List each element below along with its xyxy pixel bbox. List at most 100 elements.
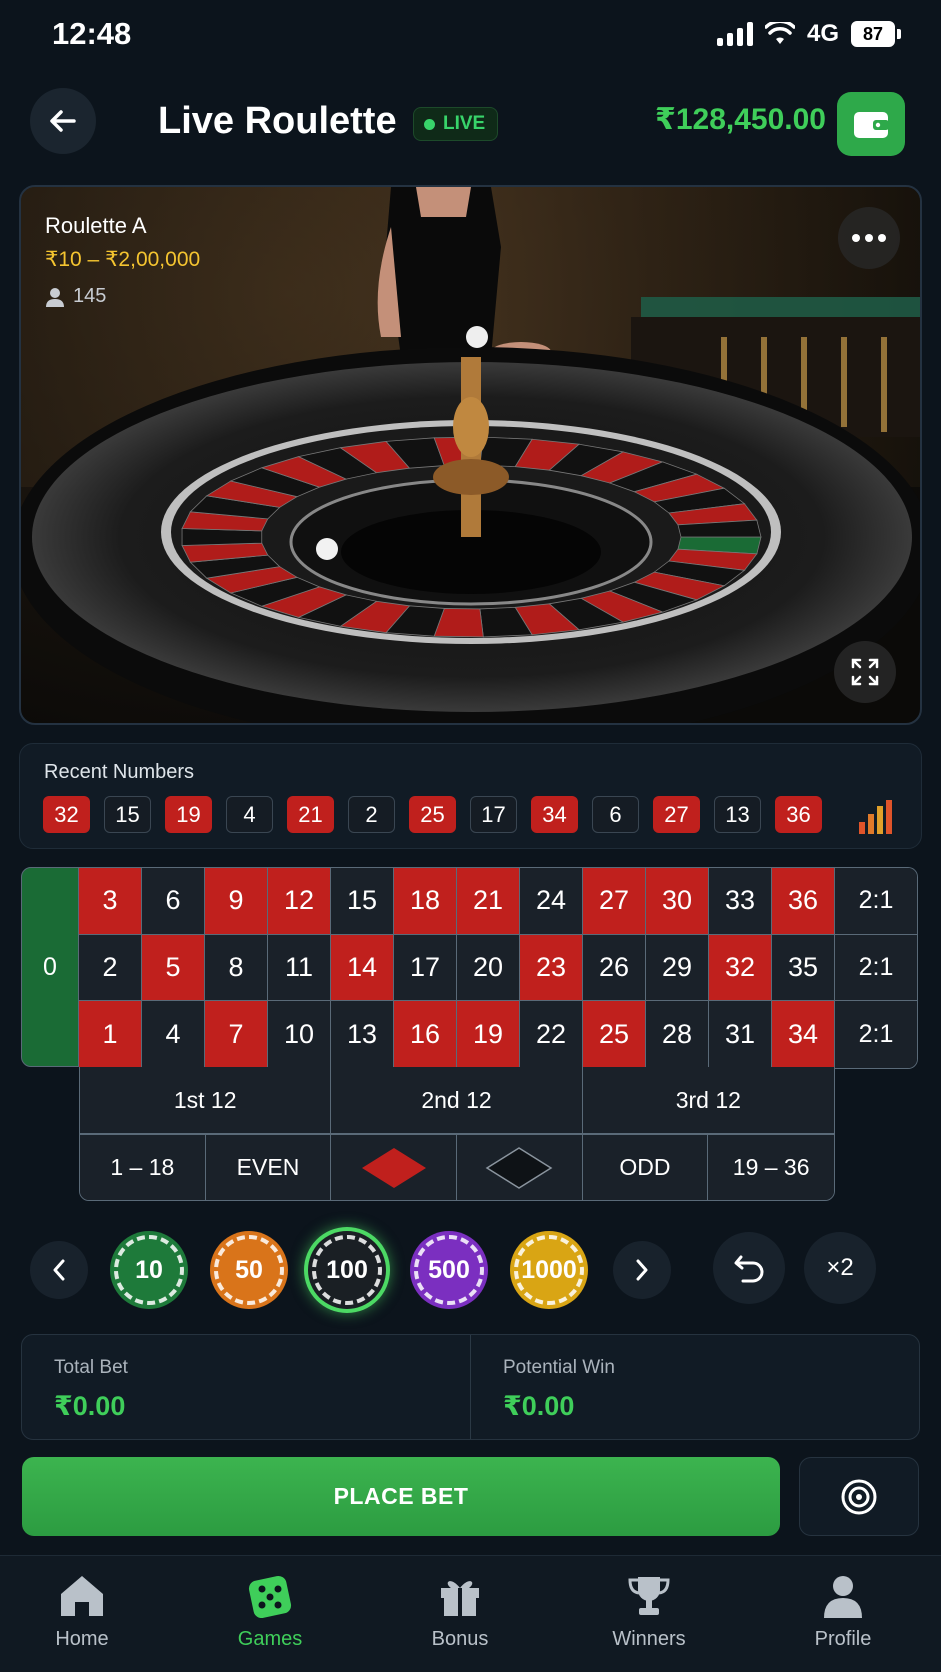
bet-dozen-1[interactable]: 1st 12 [80, 1067, 332, 1133]
nav-home-label: Home [55, 1628, 109, 1650]
bet-even[interactable]: EVEN [205, 1135, 332, 1200]
bet-cell-26[interactable]: 26 [583, 934, 646, 1002]
target-icon [841, 1479, 877, 1514]
recent-numbers-panel: Recent Numbers 32 15 19 4 21 2 25 17 34 6 27 13 36 [19, 743, 922, 849]
bet-cell-23[interactable]: 23 [520, 934, 583, 1002]
bet-cell-4[interactable]: 4 [142, 1001, 205, 1069]
bet-cell-18[interactable]: 18 [394, 868, 457, 935]
nav-home[interactable]: Home [22, 1574, 142, 1651]
bet-cell-16[interactable]: 16 [394, 1001, 457, 1069]
chip-50[interactable]: 50 [210, 1231, 288, 1309]
chip-10[interactable]: 10 [110, 1231, 188, 1309]
bet-cell-31[interactable]: 31 [709, 1001, 772, 1069]
bet-red[interactable] [331, 1135, 457, 1200]
bet-cell-29[interactable]: 29 [646, 934, 709, 1002]
bet-cell-3[interactable]: 3 [79, 868, 142, 935]
dozen-bets: 1st 12 2nd 12 3rd 12 [79, 1067, 835, 1134]
bet-cell-9[interactable]: 9 [205, 868, 268, 935]
bet-cell-15[interactable]: 15 [331, 868, 394, 935]
status-bar: 12:48 4G 87 [0, 0, 941, 70]
nav-profile[interactable]: Profile [783, 1574, 903, 1651]
fullscreen-button[interactable] [834, 641, 896, 703]
bet-dozen-3[interactable]: 3rd 12 [582, 1067, 834, 1133]
chips-next-button[interactable] [613, 1241, 671, 1299]
chip-1000[interactable]: 1000 [510, 1231, 588, 1309]
bet-cell-11[interactable]: 11 [268, 934, 331, 1002]
live-badge: LIVE [413, 107, 499, 141]
recent-numbers-title: Recent Numbers [44, 761, 195, 783]
bet-cell-13[interactable]: 13 [331, 1001, 394, 1069]
bet-cell-17[interactable]: 17 [394, 934, 457, 1002]
page-title: Live Roulette [158, 100, 397, 142]
back-button[interactable] [30, 88, 96, 154]
bet-cell-27[interactable]: 27 [583, 868, 646, 935]
bet-cell-33[interactable]: 33 [709, 868, 772, 935]
recent-number: 32 [43, 796, 90, 833]
bet-cell-36[interactable]: 36 [772, 868, 835, 935]
viewer-count: 145 [45, 285, 106, 308]
bet-cell-zero[interactable]: 0 [21, 867, 79, 1067]
bet-cell-35[interactable]: 35 [772, 934, 835, 1002]
bet-cell-7[interactable]: 7 [205, 1001, 268, 1069]
bet-cell-12[interactable]: 12 [268, 868, 331, 935]
dice-icon [248, 1575, 292, 1618]
recent-number: 15 [104, 796, 151, 833]
bet-cell-19[interactable]: 19 [457, 1001, 520, 1069]
bet-black[interactable] [456, 1135, 583, 1200]
status-icons: 4G 87 [716, 20, 901, 48]
undo-button[interactable] [713, 1232, 785, 1304]
total-bet-label: Total Bet [54, 1357, 128, 1378]
nav-bonus-label: Bonus [431, 1628, 489, 1650]
bet-cell-21[interactable]: 21 [457, 868, 520, 935]
bet-cell-10[interactable]: 10 [268, 1001, 331, 1069]
more-options-button[interactable] [838, 207, 900, 269]
recent-number: 6 [592, 796, 639, 833]
total-bet-box: Total Bet ₹0.00 [22, 1335, 470, 1439]
bet-summary: Total Bet ₹0.00 Potential Win ₹0.00 [21, 1334, 920, 1440]
bet-high-19-36[interactable]: 19 – 36 [708, 1135, 834, 1200]
table-name: Roulette A [45, 213, 147, 238]
bet-column-3[interactable]: 2:1 [835, 868, 917, 935]
place-bet-button[interactable]: PLACE BET [22, 1457, 780, 1536]
wallet-button[interactable] [837, 92, 905, 156]
outside-bets: 1 – 18 EVEN ODD 19 – 36 [79, 1134, 835, 1201]
recent-number: 2 [348, 796, 395, 833]
chevron-left-icon [53, 1259, 65, 1281]
signal-icon [716, 22, 753, 46]
recent-number: 17 [470, 796, 517, 833]
live-video[interactable]: Roulette A ₹10 – ₹2,00,000 145 [19, 185, 922, 725]
bet-cell-8[interactable]: 8 [205, 934, 268, 1002]
nav-winners[interactable]: Winners [589, 1574, 709, 1651]
bet-cell-2[interactable]: 2 [79, 934, 142, 1002]
bet-cell-6[interactable]: 6 [142, 868, 205, 935]
bet-cell-1[interactable]: 1 [79, 1001, 142, 1069]
bet-low-1-18[interactable]: 1 – 18 [80, 1135, 206, 1200]
black-diamond-icon [485, 1146, 553, 1189]
chip-100[interactable]: 100 [308, 1231, 386, 1309]
bet-column-1[interactable]: 2:1 [835, 1001, 917, 1069]
bet-cell-24[interactable]: 24 [520, 868, 583, 935]
trophy-icon [628, 1577, 670, 1615]
chevron-right-icon [636, 1259, 648, 1281]
bet-cell-20[interactable]: 20 [457, 934, 520, 1002]
bet-cell-34[interactable]: 34 [772, 1001, 835, 1069]
statistics-button[interactable] [857, 794, 897, 834]
bet-cell-28[interactable]: 28 [646, 1001, 709, 1069]
recent-number: 25 [409, 796, 456, 833]
double-bet-button[interactable]: ×2 [804, 1232, 876, 1304]
bet-column-2[interactable]: 2:1 [835, 934, 917, 1002]
bet-cell-22[interactable]: 22 [520, 1001, 583, 1069]
bet-dozen-2[interactable]: 2nd 12 [331, 1067, 583, 1133]
chips-prev-button[interactable] [30, 1241, 88, 1299]
more-horizontal-icon [852, 234, 886, 242]
chip-500[interactable]: 500 [410, 1231, 488, 1309]
bet-cell-14[interactable]: 14 [331, 934, 394, 1002]
nav-bonus[interactable]: Bonus [400, 1574, 520, 1651]
nav-games[interactable]: Games [210, 1574, 330, 1651]
auto-bet-button[interactable] [799, 1457, 919, 1536]
bet-cell-25[interactable]: 25 [583, 1001, 646, 1069]
bet-cell-5[interactable]: 5 [142, 934, 205, 1002]
bet-cell-30[interactable]: 30 [646, 868, 709, 935]
bet-cell-32[interactable]: 32 [709, 934, 772, 1002]
bet-odd[interactable]: ODD [582, 1135, 709, 1200]
